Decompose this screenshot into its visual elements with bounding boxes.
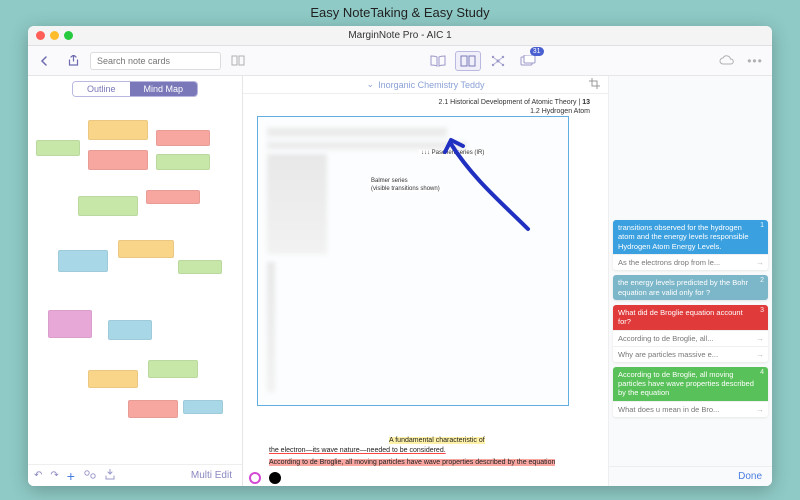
mindmap-node[interactable] [36,140,80,156]
note-card-item[interactable]: Why are particles massive e... [613,346,768,362]
tab-mindmap[interactable]: Mind Map [130,82,198,96]
mindmap-node[interactable] [183,400,223,414]
redo-icon[interactable]: ↷ [50,470,58,481]
mindmap-node[interactable] [88,150,148,170]
app-window: MarginNote Pro - AIC 1 ••• Outline [28,26,772,486]
highlight-colors [249,472,281,484]
window-title: MarginNote Pro - AIC 1 [28,30,772,41]
body-text-2: the electron—its wave nature—needed to b… [269,446,594,456]
note-card-item[interactable]: What does u mean in de Bro... [613,401,768,417]
mindmap-node[interactable] [156,154,210,170]
export-icon[interactable] [105,469,115,483]
mindmap-node[interactable] [108,320,152,340]
doc-dropdown-label[interactable]: Inorganic Chemistry Teddy [378,80,484,90]
mindmap-node[interactable] [88,120,148,140]
note-card-item[interactable]: As the electrons drop from le... [613,254,768,270]
blur-region [267,128,447,138]
done-button[interactable]: Done [738,471,762,482]
mindmap-node[interactable] [58,250,108,272]
chevron-down-icon[interactable]: ⌄ [367,79,375,90]
settings-gears-icon[interactable] [83,469,97,483]
note-card[interactable]: transitions observed for the hydrogen at… [613,220,768,270]
annotation-arrow [443,134,533,234]
mindmap-node[interactable] [118,240,174,258]
back-button[interactable] [34,51,56,71]
multi-edit-button[interactable]: Multi Edit [187,470,236,481]
page-heading: 2.1 Historical Development of Atomic The… [438,98,590,116]
mindmap-node[interactable] [148,360,198,378]
right-pane: › transitions observed for the hydrogen … [608,76,772,486]
mindmap-node[interactable] [146,190,200,204]
crop-icon[interactable] [589,78,600,92]
blur-region [267,154,327,254]
note-cards-list: › transitions observed for the hydrogen … [609,216,772,466]
note-card[interactable]: What did de Broglie equation account for… [613,305,768,362]
color-swatch-pink[interactable] [249,472,261,484]
mindmap-node[interactable] [88,370,138,388]
book-view-icon[interactable] [425,51,451,71]
flashcards-icon[interactable] [515,51,541,71]
mindmap-node[interactable] [78,196,138,216]
view-mode-tools [425,51,541,71]
tab-outline[interactable]: Outline [73,82,130,96]
book-icon[interactable] [227,51,249,71]
figure-label-balmer: Balmer series [369,178,410,184]
note-card[interactable]: the energy levels predicted by the Bohr … [613,275,768,300]
note-card-item[interactable]: According to de Broglie, all... [613,330,768,346]
color-swatch-black[interactable] [269,472,281,484]
document-pane: ⌄ Inorganic Chemistry Teddy 2.1 Historic… [243,76,608,486]
undo-icon[interactable]: ↶ [34,470,42,481]
body-text-1: A fundamental characteristic of [269,436,594,446]
more-icon[interactable]: ••• [744,51,766,71]
mindmap-node[interactable] [48,310,92,338]
add-node-button[interactable]: + [67,468,75,484]
left-pane: Outline Mind Map ↶ ↷ + Multi Edit [28,76,243,486]
toolbar: ••• [28,46,772,76]
left-tab-segment: Outline Mind Map [72,81,198,97]
left-bottom-toolbar: ↶ ↷ + Multi Edit [28,464,242,486]
titlebar: MarginNote Pro - AIC 1 [28,26,772,46]
page-banner: Easy NoteTaking & Easy Study [0,0,800,26]
mindmap-view-icon[interactable] [485,51,511,71]
blur-region [267,262,275,392]
search-input[interactable] [90,52,221,70]
figure-label-balmer2: (visible transitions shown) [369,186,442,192]
blur-region [267,142,467,150]
mindmap-node[interactable] [178,260,222,274]
body-text-3: According to de Broglie, all moving part… [269,458,594,468]
share-icon[interactable] [62,51,84,71]
cloud-icon[interactable] [716,51,738,71]
doc-header: ⌄ Inorganic Chemistry Teddy [243,76,608,94]
mindmap-node[interactable] [156,130,210,146]
note-card[interactable]: According to de Broglie, all moving part… [613,367,768,417]
done-bar: Done [609,466,772,486]
split-view-icon[interactable] [455,51,481,71]
mindmap-node[interactable] [128,400,178,418]
mindmap-canvas[interactable] [28,100,242,464]
doc-page[interactable]: 2.1 Historical Development of Atomic The… [243,94,608,486]
